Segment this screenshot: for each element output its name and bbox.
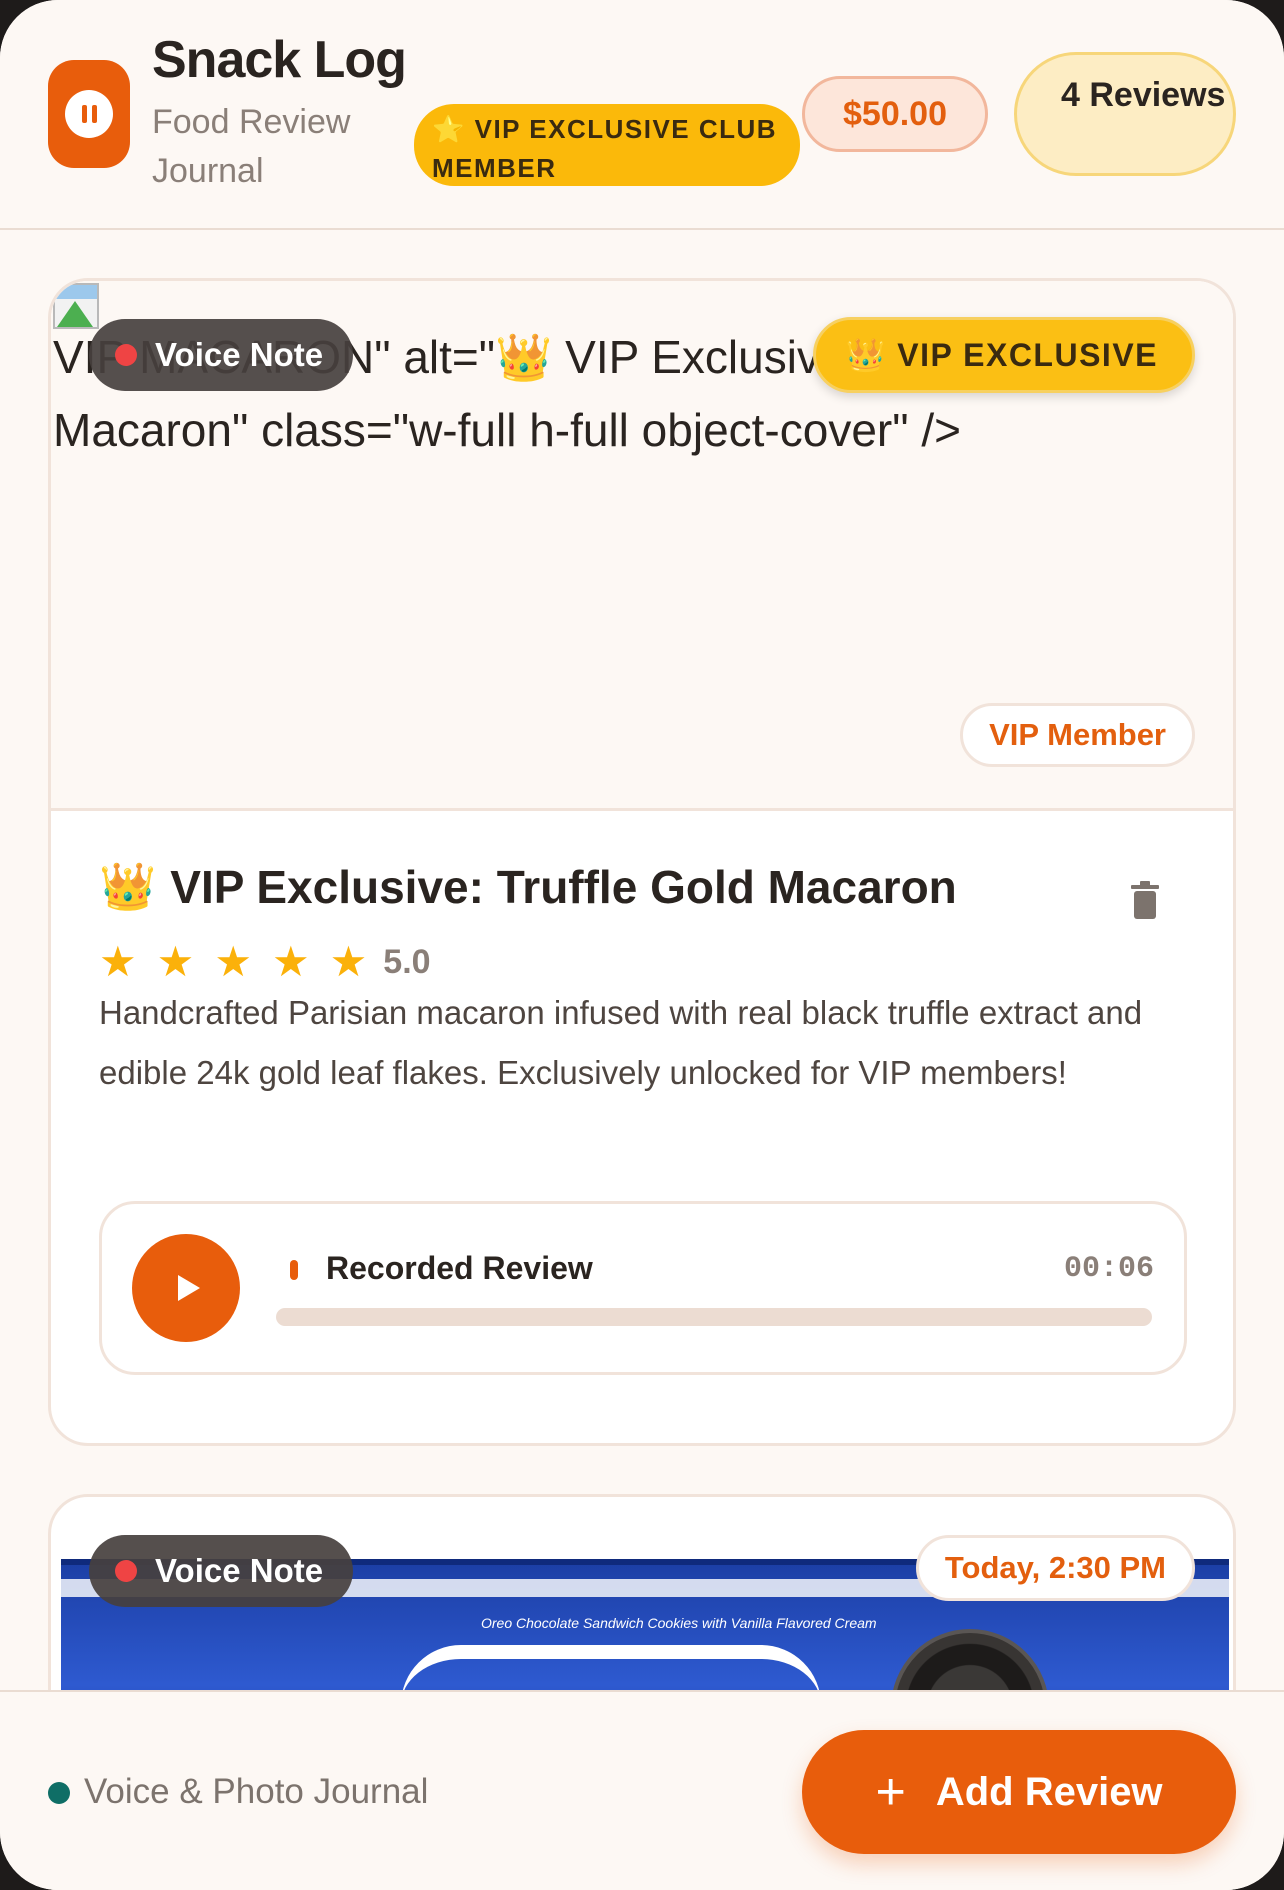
plus-icon: + [875,1763,906,1821]
add-review-button[interactable]: + Add Review [802,1730,1236,1854]
review-photo: VIP MACARON" alt="👑 VIP Exclusive: Truff… [51,281,1233,811]
vip-member-tag: VIP Member [960,703,1195,767]
player-duration: 00:06 [1063,1252,1154,1286]
player-label: Recorded Review [326,1250,593,1286]
pause-icon [65,90,113,138]
play-button[interactable] [132,1234,240,1342]
record-dot-icon [115,344,137,366]
app-window: Snack Log Food Review Journal ⭐ VIP EXCL… [0,0,1284,1890]
app-subtitle: Food Review Journal [152,103,351,190]
voice-note-label: Voice Note [155,1552,324,1589]
balance-badge[interactable]: $50.00 [802,76,988,152]
app-logo [48,60,130,168]
bottom-bar: Voice & Photo Journal + Add Review [0,1690,1284,1890]
star-icon: ★ [99,938,137,985]
star-icon: ★ [271,938,310,985]
review-card: VIP MACARON" alt="👑 VIP Exclusive: Truff… [48,278,1236,1446]
star-rating: ★ ★ ★ ★ ★ 5.0 [99,941,431,983]
reviews-count-badge[interactable]: 4 Reviews [1014,52,1236,176]
record-dot-icon [115,1560,137,1582]
add-review-label: Add Review [935,1769,1163,1814]
package-text: Oreo Chocolate Sandwich Cookies with Van… [481,1615,877,1631]
vip-club-badge: ⭐ VIP EXCLUSIVE CLUB MEMBER [414,104,800,186]
review-title-text: VIP Exclusive: Truffle Gold Macaron [170,860,957,913]
star-icon: ★ [214,938,252,985]
voice-note-label: Voice Note [155,336,324,373]
audio-progress-track[interactable] [276,1308,1152,1326]
star-icon: ★ [156,938,195,985]
rating-value: 5.0 [383,942,431,981]
vip-exclusive-badge: 👑 VIP EXCLUSIVE [812,317,1195,393]
crown-icon: 👑 [99,860,157,912]
footer-label: Voice & Photo Journal [84,1772,429,1811]
app-header: Snack Log Food Review Journal ⭐ VIP EXCL… [0,0,1284,230]
review-description: Handcrafted Parisian macaron infused wit… [99,994,1143,1091]
trash-icon[interactable] [1131,881,1159,919]
voice-note-badge[interactable]: Voice Note [89,319,354,391]
app-title: Snack Log [152,31,407,89]
status-dot-icon [48,1782,70,1804]
recording-indicator-icon [290,1260,298,1280]
audio-player: Recorded Review 00:06 [99,1201,1187,1375]
review-title: 👑 VIP Exclusive: Truffle Gold Macaron [99,859,957,914]
star-icon: ★ [329,938,368,985]
review-date: Today, 2:30 PM [915,1535,1195,1601]
voice-note-badge[interactable]: Voice Note [89,1535,354,1607]
play-icon [178,1275,200,1301]
